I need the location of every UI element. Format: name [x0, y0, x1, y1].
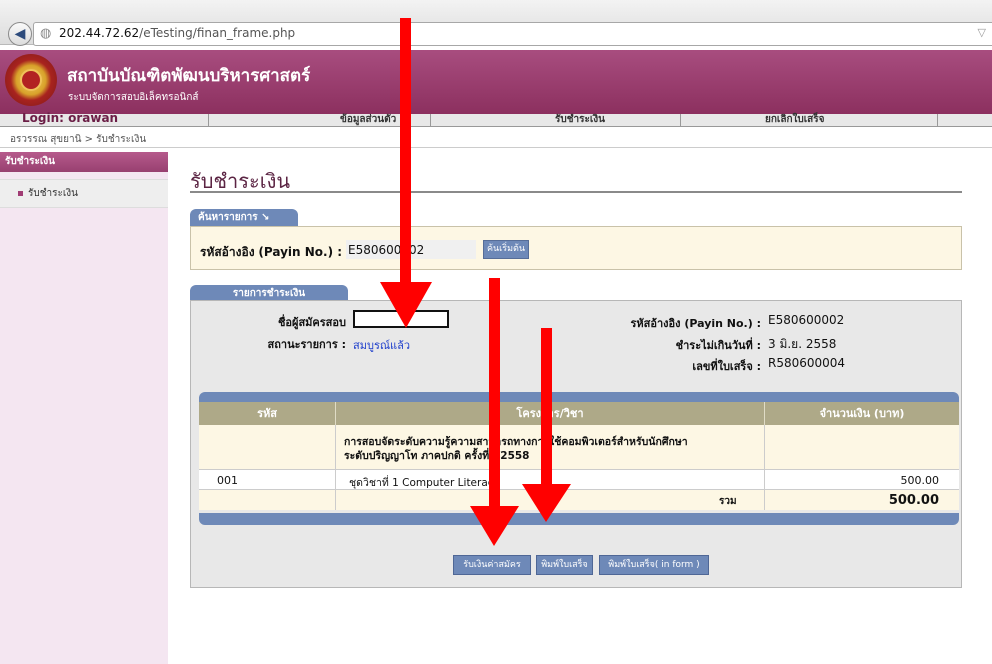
- receipt-label: เลขที่ใบเสร็จ :: [692, 360, 761, 373]
- chevron-down-icon[interactable]: ▽: [978, 26, 986, 39]
- payment-panel: ชื่อผู้สมัครสอบ สถานะรายการ : สมบูรณ์แล้…: [190, 300, 962, 588]
- back-arrow-icon[interactable]: ◀: [8, 22, 32, 46]
- tab-search[interactable]: ค้นหารายการ ↘: [190, 209, 298, 226]
- print-receipt-in-form-button[interactable]: พิมพ์ใบเสร็จ( in form ): [599, 555, 709, 575]
- table-total-row: รวม 500.00: [199, 490, 959, 510]
- col-code: รหัส: [257, 407, 277, 420]
- status-value[interactable]: สมบูรณ์แล้ว: [353, 336, 410, 354]
- row-amount: 500.00: [900, 474, 940, 487]
- table-row: การสอบจัดระดับความรู้ความสามารถทางการใช้…: [199, 425, 959, 469]
- breadcrumb: อรวรรณ สุขยานิ > รับชำระเงิน: [10, 134, 147, 145]
- sidebar-heading: รับชำระเงิน: [0, 152, 168, 172]
- table-row: 001 ชุดวิชาที่ 1 Computer Literacy 500.0…: [199, 470, 959, 490]
- nav-item-payment[interactable]: รับชำระเงิน: [555, 112, 605, 127]
- site-title: สถาบันบัณฑิตพัฒนบริหารศาสตร์: [67, 66, 311, 86]
- sidebar: รับชำระเงิน รับชำระเงิน: [0, 152, 168, 664]
- total-value: 500.00: [888, 493, 939, 508]
- address-bar[interactable]: ◍ 202.44.72.62/eTesting/finan_frame.php …: [33, 22, 992, 46]
- login-user: Login: orawan: [22, 111, 119, 125]
- row-code: 001: [217, 474, 238, 487]
- applicant-label: ชื่อผู้สมัครสอบ: [277, 316, 346, 329]
- col-project: โครงการ/วิชา: [516, 407, 584, 420]
- browser-toolbar: ◀ ◍ 202.44.72.62/eTesting/finan_frame.ph…: [0, 0, 992, 46]
- site-header: สถาบันบัณฑิตพัฒนบริหารศาสตร์ ระบบจัดการส…: [0, 50, 992, 114]
- search-button[interactable]: ค้นเริ่มต้น: [483, 240, 529, 259]
- ref-value: E580600002: [768, 313, 845, 327]
- print-receipt-button[interactable]: พิมพ์ใบเสร็จ: [536, 555, 593, 575]
- table-header: รหัส โครงการ/วิชา จำนวนเงิน (บาท): [199, 402, 959, 425]
- institution-logo: [5, 54, 57, 106]
- divider: [190, 191, 962, 193]
- nav-item-cancel-receipt[interactable]: ยกเลิกใบเสร็จ: [765, 112, 825, 127]
- nav-item-profile[interactable]: ข้อมูลส่วนตัว: [340, 112, 396, 127]
- col-amount: จำนวนเงิน (บาท): [819, 407, 905, 420]
- due-label: ชำระไม่เกินวันที่ :: [675, 339, 761, 352]
- search-panel: รหัสอ้างอิง (Payin No.) : ค้นเริ่มต้น: [190, 226, 962, 270]
- divider: [0, 147, 992, 148]
- status-label: สถานะรายการ :: [267, 338, 346, 351]
- payin-search-input[interactable]: [346, 240, 476, 259]
- globe-icon: ◍: [40, 26, 52, 41]
- project-line-2: ระดับปริญญาโท ภาคปกติ ครั้งที่4/2558: [344, 450, 530, 462]
- sidebar-item-payment[interactable]: รับชำระเงิน: [0, 179, 168, 208]
- top-nav: Login: orawan ข้อมูลส่วนตัว รับชำระเงิน …: [0, 111, 992, 127]
- receive-fee-button[interactable]: รับเงินค่าสมัคร: [453, 555, 531, 575]
- bullet-icon: [18, 191, 23, 196]
- site-subtitle: ระบบจัดการสอบอิเล็คทรอนิกส์: [68, 92, 199, 103]
- ref-label: รหัสอ้างอิง (Payin No.) :: [630, 317, 761, 330]
- payin-label: รหัสอ้างอิง (Payin No.) :: [200, 245, 343, 259]
- due-value: 3 มิ.ย. 2558: [768, 337, 837, 351]
- applicant-name-field: [353, 310, 449, 328]
- receipt-value: R580600004: [768, 356, 846, 370]
- payment-table: รหัส โครงการ/วิชา จำนวนเงิน (บาท) การสอบ…: [199, 392, 959, 534]
- sidebar-item-label: รับชำระเงิน: [28, 188, 78, 199]
- url-text: 202.44.72.62/eTesting/finan_frame.php: [59, 26, 296, 40]
- total-label: รวม: [719, 496, 737, 507]
